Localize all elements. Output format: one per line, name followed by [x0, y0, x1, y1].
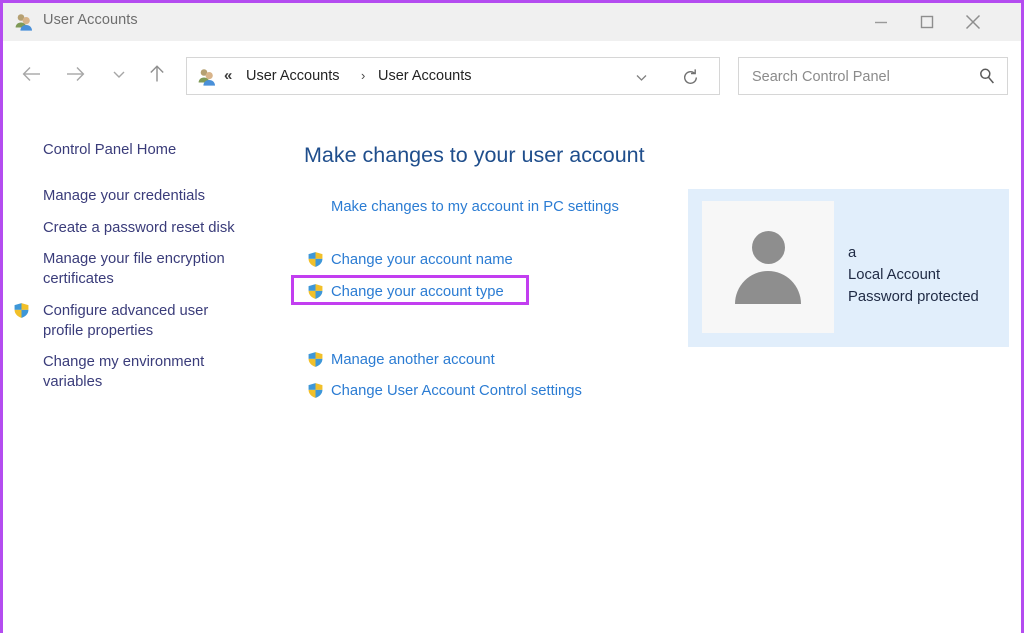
- account-summary-panel: a Local Account Password protected: [688, 189, 1009, 347]
- sidebar-item-advanced-user-profile-properties[interactable]: Configure advanced user profile properti…: [43, 301, 253, 341]
- title-bar: User Accounts: [3, 3, 1021, 42]
- breadcrumb-separator-icon: ›: [361, 68, 366, 83]
- avatar-head: [752, 231, 785, 264]
- sidebar-item-password-reset-disk[interactable]: Create a password reset disk: [43, 218, 253, 238]
- back-button[interactable]: [12, 54, 52, 94]
- window-title: User Accounts: [43, 12, 138, 28]
- search-input[interactable]: [750, 58, 969, 96]
- up-button[interactable]: [137, 54, 177, 94]
- uac-shield-icon: [12, 301, 31, 320]
- address-user-accounts-icon: [197, 67, 217, 87]
- address-chevron-down-icon[interactable]: [627, 66, 655, 88]
- account-password-status: Password protected: [848, 289, 979, 305]
- uac-shield-icon: [306, 350, 325, 369]
- search-icon[interactable]: [975, 65, 999, 87]
- account-name: a: [848, 245, 857, 261]
- control-panel-window: User Accounts « User Accounts › User Acc…: [0, 0, 1024, 633]
- link-change-account-name[interactable]: Change your account name: [331, 252, 513, 268]
- link-change-account-type[interactable]: Change your account type: [331, 284, 504, 300]
- account-type: Local Account: [848, 267, 941, 283]
- sidebar-item-control-panel-home[interactable]: Control Panel Home: [43, 140, 253, 160]
- link-pc-settings[interactable]: Make changes to my account in PC setting…: [331, 199, 619, 215]
- link-manage-another-account[interactable]: Manage another account: [331, 352, 495, 368]
- uac-shield-icon: [306, 250, 325, 269]
- sidebar: Control Panel Home Manage your credentia…: [3, 107, 288, 633]
- link-change-uac-settings[interactable]: Change User Account Control settings: [331, 383, 582, 399]
- recent-locations-chevron-down-icon[interactable]: [99, 54, 139, 94]
- avatar-body: [735, 271, 801, 304]
- address-bar[interactable]: « User Accounts › User Accounts: [186, 57, 720, 95]
- breadcrumb-overflow-icon[interactable]: «: [224, 67, 232, 84]
- sidebar-item-file-encryption-certificates[interactable]: Manage your file encryption certificates: [43, 249, 253, 289]
- page-title: Make changes to your user account: [304, 143, 645, 167]
- breadcrumb-item-user-accounts-1[interactable]: User Accounts: [246, 68, 340, 84]
- user-avatar-icon: [702, 201, 834, 333]
- breadcrumb-item-user-accounts-2[interactable]: User Accounts: [378, 68, 472, 84]
- search-box[interactable]: [738, 57, 1008, 96]
- main-content: Make changes to your user account Make c…: [288, 107, 1021, 633]
- uac-shield-icon: [306, 381, 325, 400]
- uac-shield-icon: [306, 282, 325, 301]
- sidebar-item-manage-credentials[interactable]: Manage your credentials: [43, 186, 253, 206]
- navigation-toolbar: « User Accounts › User Accounts: [3, 41, 1021, 107]
- user-accounts-icon: [14, 12, 34, 32]
- forward-button[interactable]: [55, 54, 95, 94]
- refresh-icon[interactable]: [675, 65, 705, 89]
- minimize-button[interactable]: [858, 3, 904, 41]
- close-button[interactable]: [950, 3, 996, 41]
- sidebar-item-environment-variables[interactable]: Change my environment variables: [43, 352, 253, 392]
- maximize-button[interactable]: [904, 3, 950, 41]
